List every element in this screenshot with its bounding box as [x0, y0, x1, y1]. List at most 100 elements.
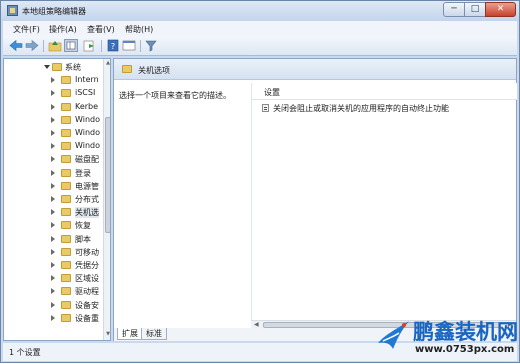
tree-item[interactable]: 可移动: [4, 246, 104, 259]
setting-label: 关闭会阻止或取消关机的应用程序的自动终止功能: [273, 104, 449, 113]
tree-item-label: Windo: [75, 128, 100, 137]
forward-arrow-icon[interactable]: [25, 39, 39, 52]
collapsed-arrow-icon[interactable]: [51, 103, 55, 110]
show-tree-icon[interactable]: [64, 39, 78, 52]
tree-item[interactable]: 脚本: [4, 233, 104, 246]
tree-item[interactable]: 驱动程: [4, 285, 104, 298]
help-icon[interactable]: ?: [106, 39, 120, 52]
menu-action[interactable]: 操作(A): [49, 24, 77, 35]
collapsed-arrow-icon[interactable]: [51, 130, 55, 136]
tree-item[interactable]: Kerbe: [4, 101, 104, 114]
collapsed-arrow-icon[interactable]: [51, 235, 55, 242]
collapsed-arrow-icon[interactable]: [51, 196, 55, 202]
tree-item[interactable]: 磁盘配: [4, 153, 104, 166]
tree-item[interactable]: 区域设: [4, 272, 104, 285]
tree-pane: ▲ ▼ 系统 Intern iSCSI Kerbe Windo Windo Windo 磁盘配…: [3, 58, 111, 341]
collapsed-arrow-icon[interactable]: [51, 314, 55, 321]
minimize-button[interactable]: ─: [443, 2, 465, 17]
app-icon: [7, 5, 18, 16]
watermark-url: www.0753px.com: [415, 344, 515, 355]
folder-icon: [61, 247, 71, 256]
tree-item[interactable]: 设备安: [4, 299, 104, 312]
expanded-arrow-icon[interactable]: [44, 65, 50, 69]
tree-item[interactable]: 分布式: [4, 193, 104, 206]
tree-item[interactable]: Windo: [4, 140, 104, 153]
description-text: 选择一个项目来查看它的描述。: [119, 91, 231, 100]
tree-item[interactable]: 恢复: [4, 219, 104, 232]
folder-icon: [61, 129, 71, 137]
collapsed-arrow-icon[interactable]: [51, 169, 55, 176]
collapsed-arrow-icon[interactable]: [51, 301, 55, 308]
folder-icon: [61, 274, 71, 283]
filter-icon[interactable]: [144, 39, 158, 52]
folder-icon: [61, 221, 71, 230]
menu-file[interactable]: 文件(F): [13, 24, 40, 35]
collapsed-arrow-icon[interactable]: [51, 248, 55, 255]
menu-bar: 文件(F) 操作(A) 查看(V) 帮助(H): [3, 21, 517, 36]
tree-item-label: iSCSI: [75, 88, 96, 98]
folder-icon: [61, 168, 71, 177]
tree-item[interactable]: 登录: [4, 167, 104, 180]
folder-icon: [61, 76, 71, 85]
tree-item-label: Intern: [75, 75, 99, 85]
tree-item[interactable]: iSCSI: [4, 87, 104, 100]
export-list-icon[interactable]: [82, 39, 96, 52]
collapsed-arrow-icon[interactable]: [51, 288, 55, 295]
folder-icon: [61, 195, 71, 203]
toolbar-separator: [101, 40, 102, 52]
tree-item-label: 脚本: [75, 234, 91, 244]
menu-view[interactable]: 查看(V): [87, 24, 115, 35]
tree-item[interactable]: 电源管: [4, 180, 104, 193]
folder-icon: [61, 115, 71, 124]
up-folder-icon[interactable]: [48, 39, 62, 52]
setting-row[interactable]: 关闭会阻止或取消关机的应用程序的自动终止功能: [262, 102, 512, 114]
tree-scrollbar[interactable]: ▲ ▼: [103, 59, 110, 340]
tree-item[interactable]: 设备重: [4, 312, 104, 325]
collapsed-arrow-icon[interactable]: [51, 156, 55, 163]
bird-logo-icon: [378, 321, 409, 349]
tree-item-label: 电源管: [75, 181, 99, 191]
tree-item[interactable]: 系统: [4, 61, 104, 74]
title-bar: 本地组策略编辑器 ─ □ ✕: [1, 1, 519, 21]
tree-item-label: Windo: [75, 114, 100, 124]
window: 本地组策略编辑器 ─ □ ✕ 文件(F) 操作(A) 查看(V) 帮助(H) ?: [0, 0, 520, 363]
folder-icon: [61, 102, 71, 111]
collapsed-arrow-icon[interactable]: [51, 275, 55, 282]
maximize-button[interactable]: □: [464, 2, 486, 17]
toolbar-separator: [43, 40, 44, 52]
collapsed-arrow-icon[interactable]: [51, 90, 55, 97]
tree-item-label: 可移动: [75, 247, 99, 257]
collapsed-arrow-icon[interactable]: [51, 182, 55, 189]
scroll-up-icon[interactable]: ▲: [105, 60, 110, 67]
folder-icon: [61, 287, 71, 296]
tree-item[interactable]: Intern: [4, 74, 104, 87]
tree-item[interactable]: 凭据分: [4, 259, 104, 272]
collapsed-arrow-icon[interactable]: [51, 209, 55, 216]
tree-item[interactable]: Windo: [4, 127, 104, 140]
window-title: 本地组策略编辑器: [22, 7, 86, 16]
collapsed-arrow-icon[interactable]: [51, 116, 55, 123]
collapsed-arrow-icon[interactable]: [51, 262, 55, 268]
column-header-setting[interactable]: 设置: [252, 83, 517, 100]
settings-list: 设置 关闭会阻止或取消关机的应用程序的自动终止功能: [251, 83, 517, 323]
folder-icon: [61, 89, 71, 98]
collapsed-arrow-icon[interactable]: [51, 77, 55, 84]
scroll-down-icon[interactable]: ▼: [105, 331, 110, 338]
tree-scroll-thumb[interactable]: [105, 117, 110, 233]
folder-icon: [61, 208, 71, 217]
back-arrow-icon[interactable]: [9, 39, 23, 52]
collapsed-arrow-icon[interactable]: [51, 143, 55, 150]
tree-item-label: Kerbe: [75, 101, 99, 111]
scroll-left-icon[interactable]: ◀: [254, 321, 259, 328]
collapsed-arrow-icon[interactable]: [51, 222, 55, 229]
tree-item[interactable]: Windo: [4, 114, 104, 127]
tree-item[interactable]: 关机选: [4, 206, 104, 219]
close-button[interactable]: ✕: [485, 2, 516, 17]
tree-item-label: Windo: [75, 141, 100, 151]
tab-standard[interactable]: 标准: [141, 328, 167, 340]
menu-help[interactable]: 帮助(H): [125, 24, 153, 35]
properties-icon[interactable]: [122, 39, 136, 52]
tab-extended[interactable]: 扩展: [117, 328, 143, 340]
svg-text:?: ?: [111, 42, 115, 51]
toolbar-separator: [140, 40, 141, 52]
